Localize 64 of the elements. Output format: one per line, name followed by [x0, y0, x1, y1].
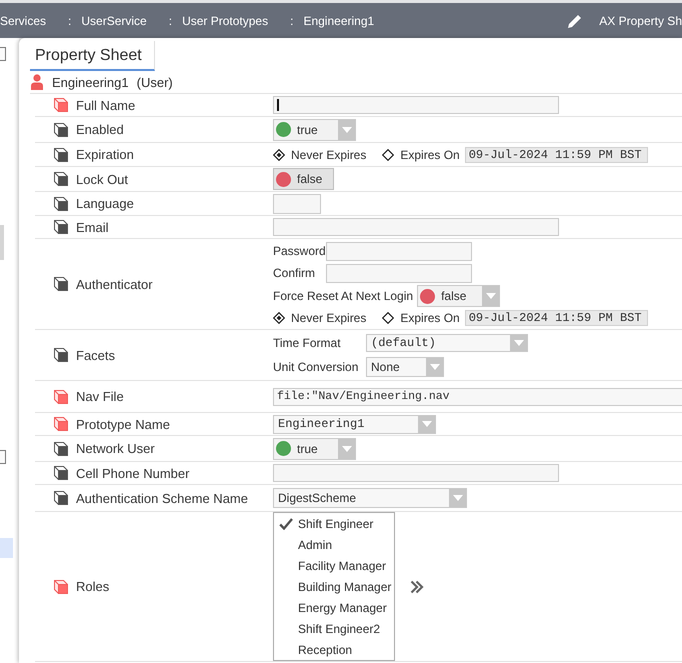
text-field[interactable]: [273, 194, 321, 214]
field-label: Confirm: [273, 266, 316, 280]
breadcrumb-link[interactable]: Engineering1: [303, 14, 374, 28]
boolean-toggle-button[interactable]: false: [273, 168, 334, 190]
radio-option[interactable]: Never Expires: [273, 311, 366, 325]
radio-option[interactable]: Never Expires: [273, 148, 366, 162]
property-label: Lock Out: [76, 172, 128, 186]
role-option[interactable]: Shift Engineer: [274, 513, 394, 534]
property-label: Expiration: [76, 147, 134, 162]
property-label: Full Name: [76, 98, 136, 112]
property-label: Enabled: [76, 122, 124, 137]
role-option[interactable]: Building Manager: [274, 576, 394, 597]
password-field[interactable]: [326, 242, 472, 260]
double-chevron-icon[interactable]: [410, 580, 424, 594]
date-field[interactable]: 09-Jul-2024 11:59 PM BST: [464, 146, 648, 162]
boolean-dropdown[interactable]: true: [273, 438, 356, 460]
text-field[interactable]: [273, 464, 559, 482]
property-label: Email: [76, 220, 109, 234]
property-label: Authenticator: [76, 276, 153, 292]
property-label: Authentication Scheme Name: [76, 490, 248, 506]
field-label: Unit Conversion: [273, 360, 360, 374]
boolean-dropdown[interactable]: true: [273, 118, 356, 140]
breadcrumb-separator: :: [68, 14, 72, 28]
selected-row-highlight: [0, 538, 13, 558]
dropdown[interactable]: Engineering1: [273, 414, 436, 434]
roles-list[interactable]: Shift Engineer Admin Facility Manager Building Manager Energy Manager Shift Engineer2 Reception: [273, 512, 395, 661]
view-selector-button[interactable]: AX Property Sh: [567, 12, 682, 28]
object-name: Engineering1: [52, 74, 129, 90]
text-field[interactable]: [273, 218, 559, 236]
property-label: Nav File: [76, 389, 124, 404]
property-label: Facets: [76, 348, 116, 362]
file-path-field[interactable]: file:"Nav/Engineering.nav: [273, 388, 682, 406]
dropdown[interactable]: None: [366, 357, 444, 377]
breadcrumb-link[interactable]: Services: [0, 14, 46, 28]
property-label: Roles: [76, 579, 110, 594]
radio-option[interactable]: Expires On: [382, 311, 460, 325]
dropdown[interactable]: (default): [366, 334, 528, 352]
breadcrumb-separator: :: [168, 14, 172, 28]
date-field[interactable]: 09-Jul-2024 11:59 PM BST: [464, 310, 648, 326]
breadcrumb-separator: :: [290, 14, 294, 28]
property-label: Cell Phone Number: [76, 466, 190, 480]
tab[interactable]: Property Sheet: [30, 41, 155, 71]
dropdown[interactable]: DigestScheme: [273, 488, 467, 508]
property-label: Network User: [76, 441, 155, 456]
scrollbar-thumb[interactable]: [0, 225, 4, 260]
object-type: (User): [136, 74, 173, 90]
field-label: Force Reset At Next Login: [273, 289, 414, 303]
breadcrumb-link[interactable]: User Prototypes: [182, 14, 268, 28]
field-label: Time Format: [273, 336, 342, 350]
role-option[interactable]: Facility Manager: [274, 555, 394, 576]
radio-option[interactable]: Expires On: [382, 148, 460, 162]
role-option[interactable]: Reception: [274, 639, 394, 660]
property-label: Prototype Name: [76, 416, 170, 432]
pencil-icon: [567, 12, 584, 28]
role-option[interactable]: Shift Engineer2: [274, 618, 394, 639]
field-label: Password: [273, 244, 326, 258]
boolean-dropdown[interactable]: false: [417, 285, 500, 307]
property-label: Language: [76, 196, 134, 211]
role-option[interactable]: Admin: [274, 534, 394, 555]
breadcrumb-link[interactable]: UserService: [81, 14, 147, 28]
role-option[interactable]: Energy Manager: [274, 597, 394, 618]
password-field[interactable]: [326, 264, 472, 282]
text-field[interactable]: [273, 96, 559, 114]
user-icon: [31, 74, 43, 90]
